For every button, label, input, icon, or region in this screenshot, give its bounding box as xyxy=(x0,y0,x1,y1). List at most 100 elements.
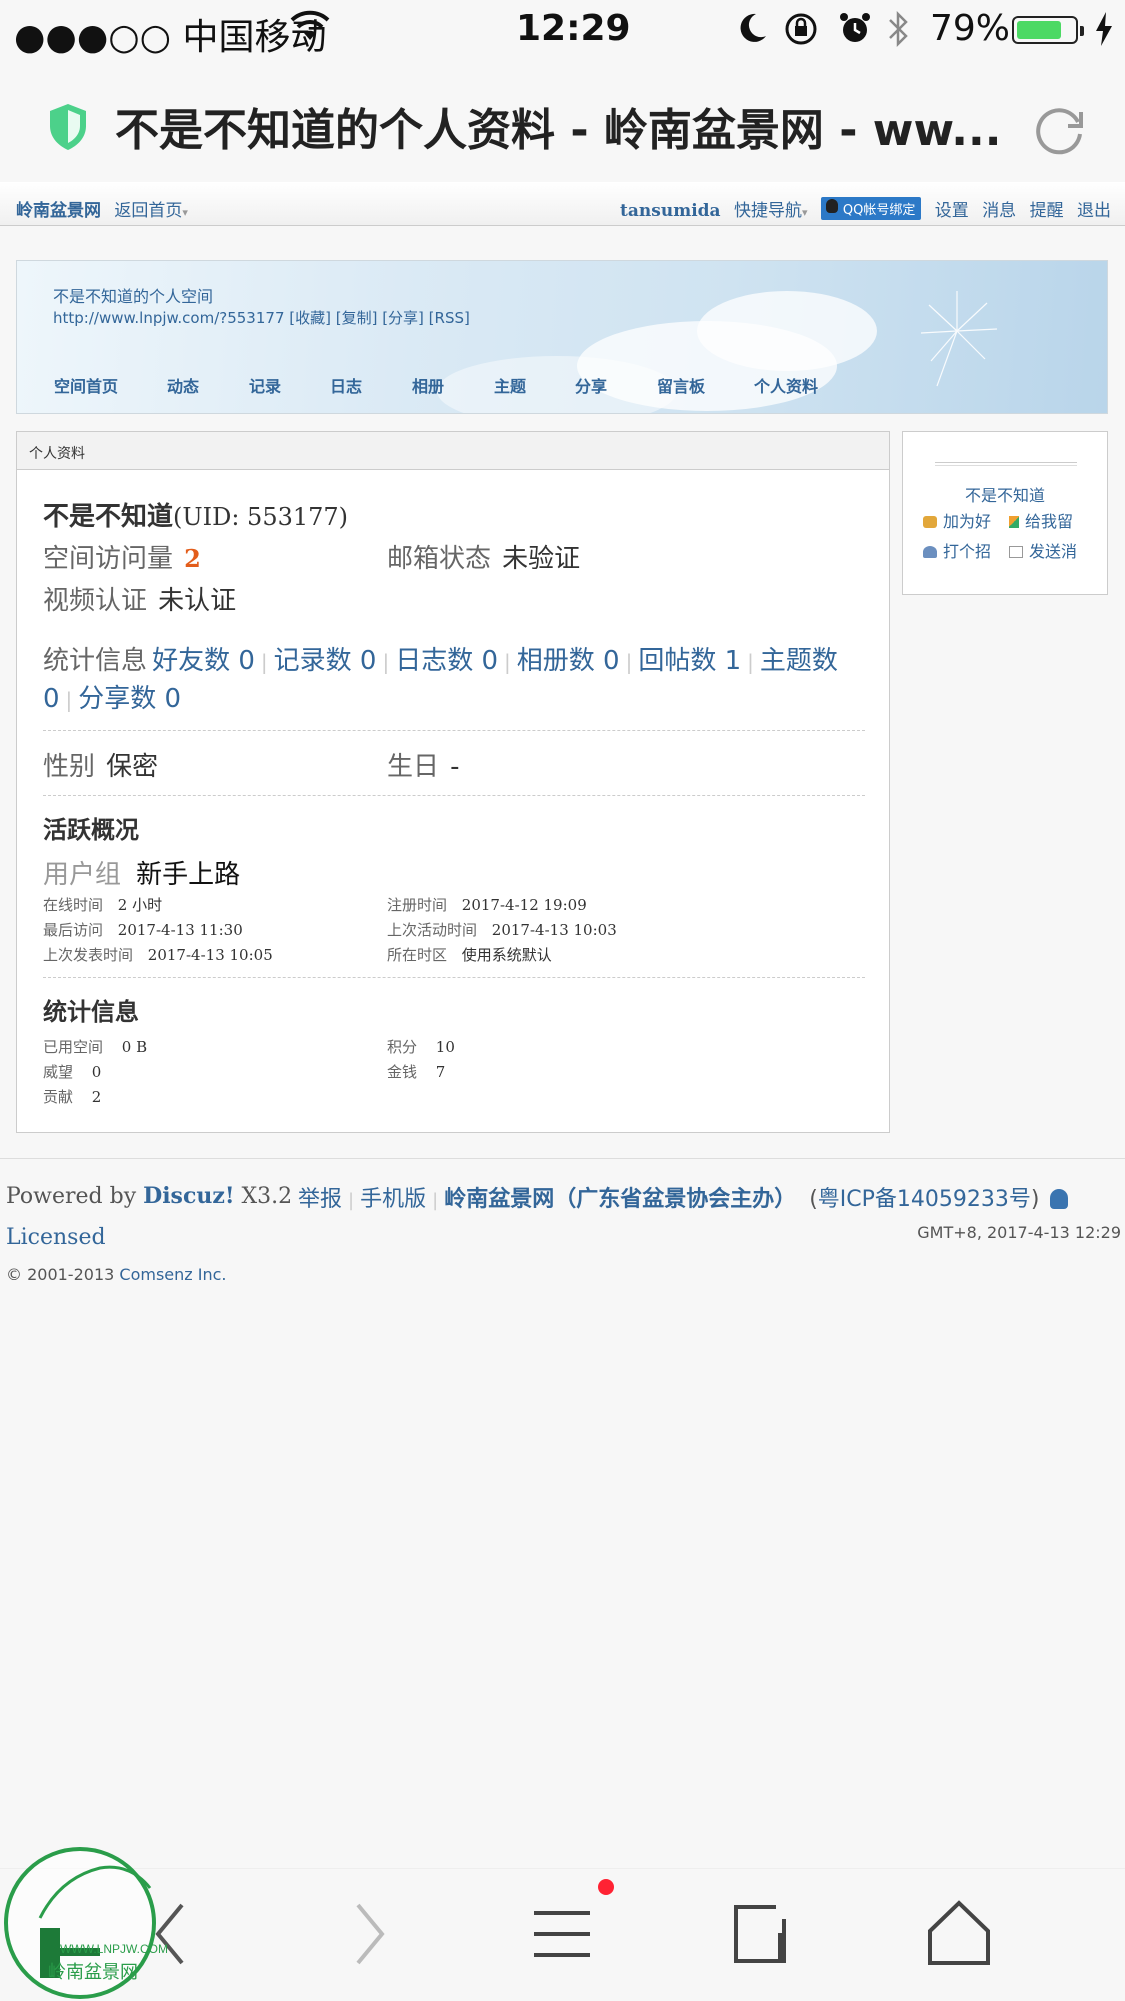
home-icon[interactable] xyxy=(926,1899,992,1973)
watermark-logo: WWW.LNPJW.COM 岭南盆景网 xyxy=(0,1838,170,2001)
video-row: 视频认证 未认证 xyxy=(43,580,236,617)
menu-icon[interactable] xyxy=(530,1899,594,1973)
wifi-icon xyxy=(290,10,330,53)
space-url[interactable]: http://www.lnpjw.com/?553177 [收藏] [复制] [… xyxy=(53,307,470,328)
money-row: 金钱 7 xyxy=(387,1061,445,1082)
discuz-link[interactable]: Discuz! xyxy=(143,1183,234,1209)
footer-links: 举报 | 手机版 | 岭南盆景网（广东省盆景协会主办） (粤ICP备14059233号) xyxy=(298,1181,1069,1213)
stats2-title: 统计信息 xyxy=(43,998,139,1026)
chevron-down-icon: ▾ xyxy=(182,206,188,219)
space-used-label: 已用空间 xyxy=(43,1038,104,1056)
watermark-cn: 岭南盆景网 xyxy=(48,1962,138,1983)
icp-link[interactable]: 粤ICP备14059233号 xyxy=(818,1187,1031,1212)
poke-link[interactable]: 打个招 xyxy=(923,538,991,562)
forward-icon[interactable] xyxy=(350,1899,390,1973)
site-name-link[interactable]: 岭南盆景网 xyxy=(16,201,101,221)
poke-icon xyxy=(923,546,937,558)
space-nav-item[interactable]: 分享 xyxy=(575,373,607,397)
space-nav-item[interactable]: 日志 xyxy=(330,373,362,397)
space-nav-item[interactable]: 空间首页 xyxy=(54,373,118,397)
records-count-link[interactable]: 记录数 0 xyxy=(274,646,377,676)
add-friend-link[interactable]: 加为好 xyxy=(923,508,991,532)
email-row: 邮箱状态 未验证 xyxy=(387,538,580,575)
tabs-icon[interactable] xyxy=(730,1899,790,1973)
prestige-label: 威望 xyxy=(43,1063,74,1081)
moon-icon xyxy=(738,12,768,53)
albums-count-link[interactable]: 相册数 0 xyxy=(517,646,620,676)
visits-label: 空间访问量 xyxy=(43,544,174,574)
user-side-card: 不是不知道 加为好 给我留 打个招 发送消 xyxy=(902,431,1108,595)
divider xyxy=(43,730,865,731)
online-label: 在线时间 xyxy=(43,896,104,914)
avatar-placeholder xyxy=(935,462,1077,466)
messages-link[interactable]: 消息 xyxy=(982,201,1016,221)
prestige-value: 0 xyxy=(91,1063,102,1081)
side-card-username[interactable]: 不是不知道 xyxy=(903,482,1107,506)
points-value: 10 xyxy=(435,1038,455,1056)
space-nav-item[interactable]: 相册 xyxy=(412,373,444,397)
profile-name: 不是不知道 xyxy=(43,502,174,532)
quick-nav-menu[interactable]: 快捷导航▾ xyxy=(734,201,808,221)
usergroup-link[interactable]: 新手上路 xyxy=(136,860,240,890)
visits-value: 2 xyxy=(184,544,201,573)
username-link[interactable]: tansumida xyxy=(620,201,721,221)
timezone-label: 所在时区 xyxy=(387,946,448,964)
threads-count-link[interactable]: 主题数 xyxy=(760,646,838,676)
server-time: GMT+8, 2017-4-13 12:29 xyxy=(917,1223,1121,1242)
comsenz-link[interactable]: Comsenz Inc. xyxy=(119,1265,226,1284)
add-friend-icon xyxy=(923,516,937,528)
panel-header: 个人资料 xyxy=(17,432,889,470)
powered-by-label: Powered by xyxy=(6,1184,144,1209)
contribution-row: 贡献 2 xyxy=(43,1086,101,1107)
home-link[interactable]: 返回首页 xyxy=(114,201,182,221)
threads-count-value[interactable]: 0 xyxy=(43,684,60,714)
report-link[interactable]: 举报 xyxy=(298,1187,342,1212)
friends-count-link[interactable]: 好友数 0 xyxy=(152,646,255,676)
envelope-icon xyxy=(1009,546,1023,558)
video-value: 未认证 xyxy=(158,586,237,616)
site-full-link[interactable]: 岭南盆景网（广东省盆景协会主办） xyxy=(444,1187,796,1212)
online-value: 2 小时 xyxy=(117,896,163,914)
money-value: 7 xyxy=(435,1063,446,1081)
licensed-link[interactable]: Licensed xyxy=(6,1225,106,1250)
last-visit-label: 最后访问 xyxy=(43,921,104,939)
qq-bind-button[interactable]: QQ帐号绑定 xyxy=(820,197,922,220)
profile-uid: (UID: 553177) xyxy=(173,503,349,531)
clock: 12:29 xyxy=(516,8,631,49)
bluetooth-icon xyxy=(886,10,910,57)
site-toolbar: 岭南盆景网 返回首页▾ tansumida 快捷导航▾ QQ帐号绑定 设置 消息… xyxy=(0,182,1125,226)
send-message-link[interactable]: 发送消 xyxy=(1009,538,1077,562)
space-nav-item[interactable]: 记录 xyxy=(249,373,281,397)
charging-icon xyxy=(1094,12,1114,55)
last-post-row: 上次发表时间 2017-4-13 10:05 xyxy=(43,944,273,965)
space-nav-item[interactable]: 留言板 xyxy=(657,373,705,397)
leave-message-link[interactable]: 给我留 xyxy=(1009,508,1073,532)
reminders-link[interactable]: 提醒 xyxy=(1030,201,1064,221)
timezone-row: 所在时区 使用系统默认 xyxy=(387,944,552,965)
alarm-icon xyxy=(838,11,872,54)
copyright: © 2001-2013 Comsenz Inc. xyxy=(6,1265,226,1284)
profile-panel: 个人资料 不是不知道(UID: 553177) 空间访问量 2 邮箱状态 未验证… xyxy=(16,431,890,1133)
settings-link[interactable]: 设置 xyxy=(935,201,969,221)
browser-address-bar[interactable]: 不是不知道的个人资料 - 岭南盆景网 - ww... xyxy=(0,70,1125,180)
replies-count-link[interactable]: 回帖数 1 xyxy=(638,646,741,676)
usergroup-label: 用户组 xyxy=(43,860,122,890)
space-nav-item[interactable]: 个人资料 xyxy=(754,373,818,397)
logout-link[interactable]: 退出 xyxy=(1077,201,1111,221)
last-active-label: 上次活动时间 xyxy=(387,921,478,939)
video-label: 视频认证 xyxy=(43,586,148,616)
divider xyxy=(43,977,865,978)
mobile-link[interactable]: 手机版 xyxy=(360,1187,426,1212)
version-label: X3.2 xyxy=(234,1184,293,1209)
powered-by-row: Powered by Discuz! X3.2 xyxy=(6,1183,292,1209)
visits-row: 空间访问量 2 xyxy=(43,538,201,575)
footer: Powered by Discuz! X3.2 Licensed © 2001-… xyxy=(0,1158,1125,1308)
status-bar: ●●●○○ 中国移动 12:29 79% xyxy=(0,0,1125,60)
space-name-link[interactable]: 不是不知道的个人空间 xyxy=(53,283,213,307)
space-nav-item[interactable]: 主题 xyxy=(494,373,526,397)
reload-icon[interactable] xyxy=(1030,100,1090,164)
shares-count-link[interactable]: 分享数 0 xyxy=(78,684,181,714)
last-post-value: 2017-4-13 10:05 xyxy=(147,946,273,964)
blogs-count-link[interactable]: 日志数 0 xyxy=(395,646,498,676)
space-nav-item[interactable]: 动态 xyxy=(167,373,199,397)
